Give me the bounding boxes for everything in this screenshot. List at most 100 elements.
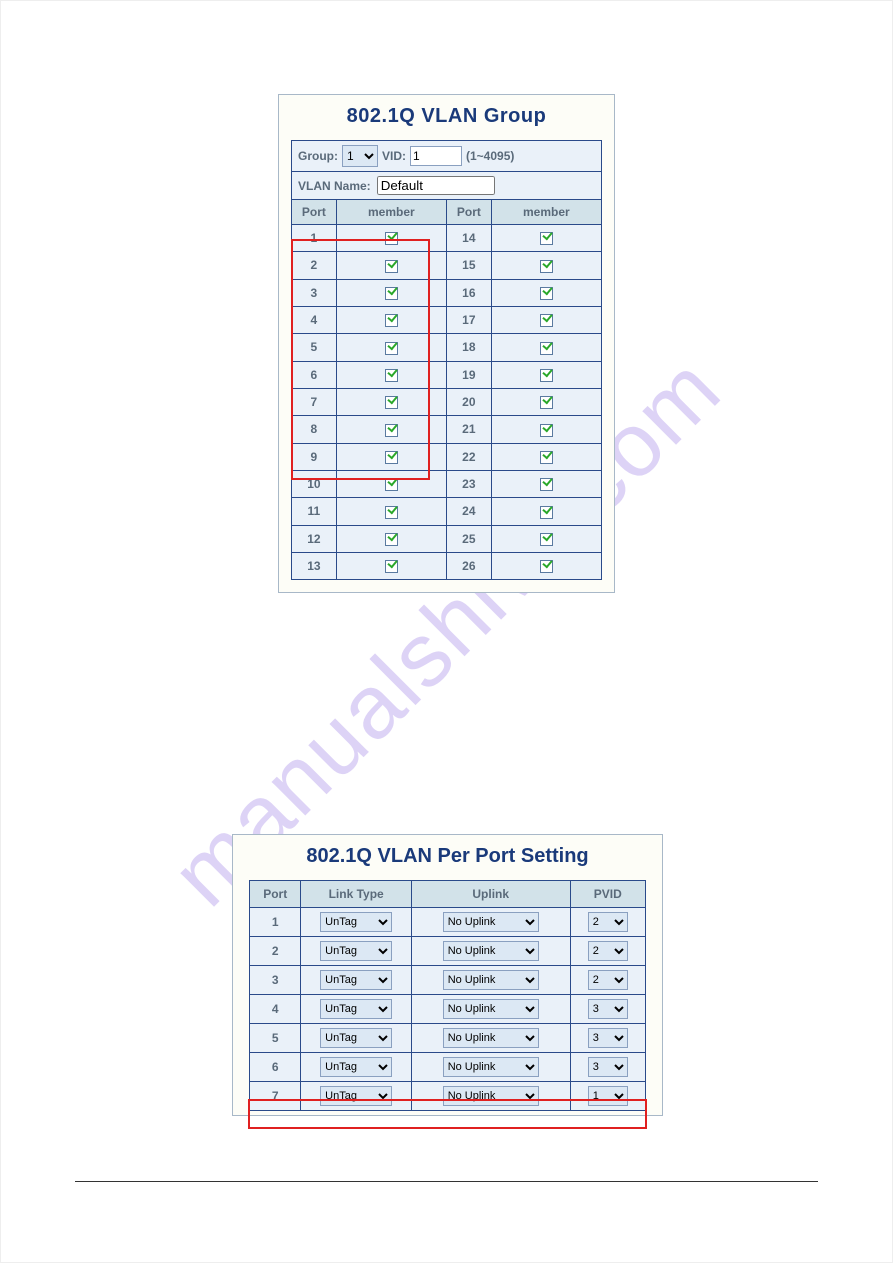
uplink-select[interactable]: No Uplink: [443, 941, 539, 961]
member-cell: [336, 552, 446, 579]
per-port-row: 5UnTagNo Uplink3: [250, 1024, 646, 1053]
port-number: 26: [446, 552, 491, 579]
port-number: 17: [446, 306, 491, 333]
member-cell: [336, 361, 446, 388]
member-checkbox[interactable]: [385, 342, 398, 355]
port-row: 316: [292, 279, 601, 306]
pvid-select[interactable]: 2: [588, 941, 628, 961]
member-cell: [491, 361, 601, 388]
member-cell: [491, 443, 601, 470]
col-port-right: Port: [446, 200, 491, 225]
member-checkbox[interactable]: [385, 369, 398, 382]
port-number: 4: [292, 306, 336, 333]
member-checkbox[interactable]: [540, 342, 553, 355]
member-checkbox[interactable]: [385, 424, 398, 437]
member-checkbox[interactable]: [540, 478, 553, 491]
pp-pvid-cell: 3: [570, 1053, 646, 1082]
linktype-select[interactable]: UnTag: [320, 912, 392, 932]
port-number: 24: [446, 498, 491, 525]
pp-col-pvid: PVID: [570, 881, 646, 908]
uplink-select[interactable]: No Uplink: [443, 1057, 539, 1077]
linktype-select[interactable]: UnTag: [320, 999, 392, 1019]
member-checkbox[interactable]: [540, 287, 553, 300]
pvid-select[interactable]: 3: [588, 1028, 628, 1048]
member-checkbox[interactable]: [540, 314, 553, 327]
linktype-select[interactable]: UnTag: [320, 1028, 392, 1048]
member-checkbox[interactable]: [385, 560, 398, 573]
member-cell: [336, 525, 446, 552]
per-port-row: 2 UnTag No Uplink 2: [250, 937, 646, 966]
member-checkbox[interactable]: [385, 451, 398, 464]
vlan-per-port-title: 802.1Q VLAN Per Port Setting: [233, 835, 662, 880]
linktype-select[interactable]: UnTag: [320, 1086, 392, 1106]
vlan-name-label: VLAN Name:: [298, 179, 371, 193]
member-checkbox[interactable]: [540, 260, 553, 273]
uplink-select[interactable]: No Uplink: [443, 912, 539, 932]
port-number: 22: [446, 443, 491, 470]
pp-col-port: Port: [250, 881, 301, 908]
member-checkbox[interactable]: [385, 287, 398, 300]
member-checkbox[interactable]: [385, 314, 398, 327]
port-number: 3: [292, 279, 336, 306]
vlan-port-table: Port member Port member 1142153164175186…: [292, 200, 601, 579]
pp-uplink-cell: No Uplink: [411, 908, 570, 937]
member-checkbox[interactable]: [540, 560, 553, 573]
member-cell: [336, 306, 446, 333]
uplink-select[interactable]: No Uplink: [443, 970, 539, 990]
port-number: 13: [292, 552, 336, 579]
member-checkbox[interactable]: [540, 232, 553, 245]
pp-port-number: 2: [250, 937, 301, 966]
per-port-row: 6 UnTag No Uplink 3: [250, 1053, 646, 1082]
vlan-per-port-table: Port Link Type Uplink PVID 1UnTagNo Upli…: [249, 880, 646, 1111]
pvid-select[interactable]: 2: [588, 912, 628, 932]
linktype-select[interactable]: UnTag: [320, 1057, 392, 1077]
member-checkbox[interactable]: [385, 260, 398, 273]
member-checkbox[interactable]: [540, 424, 553, 437]
pvid-select[interactable]: 3: [588, 999, 628, 1019]
member-checkbox[interactable]: [540, 533, 553, 546]
pvid-select[interactable]: 2: [588, 970, 628, 990]
group-label: Group:: [298, 149, 338, 163]
pp-linktype-cell: UnTag: [301, 966, 411, 995]
vlan-name-input[interactable]: [377, 176, 495, 195]
member-cell: [336, 252, 446, 279]
member-checkbox[interactable]: [385, 478, 398, 491]
uplink-select[interactable]: No Uplink: [443, 1086, 539, 1106]
member-cell: [491, 306, 601, 333]
port-number: 19: [446, 361, 491, 388]
pp-uplink-cell: No Uplink: [411, 1053, 570, 1082]
member-checkbox[interactable]: [540, 396, 553, 409]
uplink-select[interactable]: No Uplink: [443, 1028, 539, 1048]
member-cell: [491, 279, 601, 306]
port-number: 2: [292, 252, 336, 279]
pp-port-number: 6: [250, 1053, 301, 1082]
member-cell: [491, 252, 601, 279]
member-checkbox[interactable]: [385, 232, 398, 245]
member-cell: [491, 225, 601, 252]
vid-input[interactable]: [410, 146, 462, 166]
pvid-select[interactable]: 3: [588, 1057, 628, 1077]
member-checkbox[interactable]: [385, 506, 398, 519]
port-row: 821: [292, 416, 601, 443]
port-number: 8: [292, 416, 336, 443]
port-row: 720: [292, 388, 601, 415]
port-number: 20: [446, 388, 491, 415]
member-cell: [491, 416, 601, 443]
linktype-select[interactable]: UnTag: [320, 970, 392, 990]
port-number: 14: [446, 225, 491, 252]
member-checkbox[interactable]: [540, 451, 553, 464]
member-checkbox[interactable]: [385, 396, 398, 409]
member-checkbox[interactable]: [540, 506, 553, 519]
uplink-select[interactable]: No Uplink: [443, 999, 539, 1019]
per-port-row: 1UnTagNo Uplink2: [250, 908, 646, 937]
pp-pvid-cell: 3: [570, 1024, 646, 1053]
pp-pvid-cell: 3: [570, 995, 646, 1024]
port-number: 5: [292, 334, 336, 361]
member-checkbox[interactable]: [540, 369, 553, 382]
linktype-select[interactable]: UnTag: [320, 941, 392, 961]
member-checkbox[interactable]: [385, 533, 398, 546]
group-select[interactable]: 1: [342, 145, 378, 167]
pvid-select[interactable]: 1: [588, 1086, 628, 1106]
pp-col-uplink: Uplink: [411, 881, 570, 908]
port-number: 9: [292, 443, 336, 470]
